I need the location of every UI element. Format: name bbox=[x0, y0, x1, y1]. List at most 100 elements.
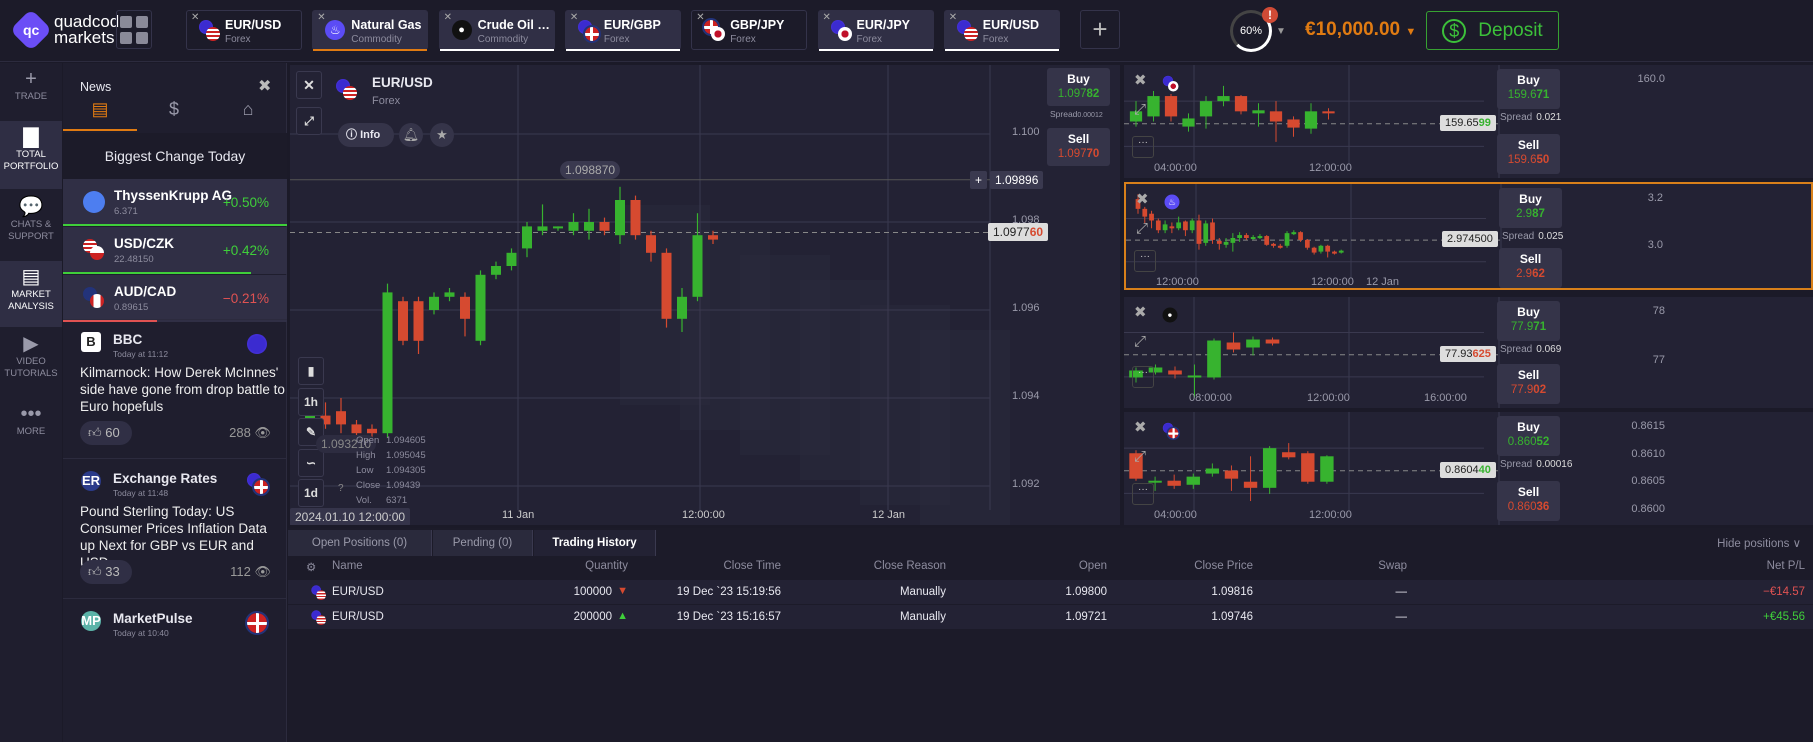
mini-chart[interactable]: ✖ ♨ ⤢ ··· 12:00:00 12:00:00 12 Jan 3.2 3.0 2.9745… bbox=[1124, 182, 1813, 290]
close-icon[interactable]: ✖ bbox=[1134, 418, 1147, 436]
mini-chart[interactable]: ✖ ⤢ ··· 04:00:00 12:00:00 160.0 159.6599 Buy 159… bbox=[1124, 65, 1813, 178]
deposit-label: Deposit bbox=[1478, 19, 1543, 41]
sell-button[interactable]: Sell 159.650 bbox=[1497, 134, 1560, 174]
instrument-tab[interactable]: ✕ EUR/GBP Forex bbox=[564, 10, 681, 51]
nav-label: SUPPORT bbox=[8, 231, 54, 242]
indicators-icon[interactable]: ∽ bbox=[298, 449, 324, 477]
mover-item[interactable]: AUD/CAD 0.89615 −0.21% bbox=[63, 275, 287, 322]
close-tab-icon[interactable]: ✕ bbox=[317, 12, 325, 23]
candle bbox=[1182, 113, 1195, 132]
more-button[interactable]: ··· bbox=[1132, 136, 1154, 158]
expand-icon[interactable]: ⤢ bbox=[1134, 333, 1146, 350]
column-header[interactable]: Close Time bbox=[723, 560, 781, 572]
news-headline[interactable]: Kilmarnock: How Derek McInnes' side have… bbox=[80, 364, 285, 415]
close-icon[interactable]: ✖ bbox=[258, 76, 271, 96]
news-item[interactable]: ER Exchange Rates Today at 11:48 Pound Ster… bbox=[63, 458, 287, 594]
sell-button[interactable]: Sell 77.902 bbox=[1497, 364, 1560, 404]
tab-trading-history[interactable]: Trading History bbox=[534, 530, 656, 556]
nav-more[interactable]: ••• MORE bbox=[0, 398, 62, 448]
expand-icon[interactable]: ⤢ bbox=[1134, 448, 1146, 465]
nav-video[interactable]: ▶ VIDEO TUTORIALS bbox=[0, 328, 62, 396]
expand-icon[interactable]: ⤢ bbox=[296, 107, 322, 135]
more-button[interactable]: ··· bbox=[1134, 250, 1156, 272]
sell-button[interactable]: Sell 2.962 bbox=[1499, 248, 1562, 288]
nav-label: ANALYSIS bbox=[8, 301, 54, 312]
interval-1h-button[interactable]: 1h bbox=[298, 388, 324, 416]
close-icon[interactable]: ✖ bbox=[1134, 303, 1147, 321]
tab-pending[interactable]: Pending (0) bbox=[433, 530, 533, 556]
nav-market[interactable]: ▤ MARKET ANALYSIS bbox=[0, 261, 62, 327]
instrument-tab[interactable]: ✕ ♨ Natural Gas Commodity bbox=[312, 10, 429, 51]
column-header[interactable]: Close Price bbox=[1194, 560, 1253, 572]
more-button[interactable]: ··· bbox=[1132, 366, 1154, 388]
column-header[interactable]: Quantity bbox=[585, 560, 628, 572]
layout-grid-button[interactable] bbox=[116, 10, 152, 49]
column-header[interactable]: Name bbox=[332, 560, 363, 572]
buy-button[interactable]: Buy 2.987 bbox=[1499, 188, 1562, 228]
mover-item[interactable]: ThyssenKrupp AG 6.371 +0.50% bbox=[63, 179, 287, 226]
hide-positions-button[interactable]: Hide positions ∨ bbox=[1717, 536, 1801, 550]
buy-button[interactable]: Buy 159.671 bbox=[1497, 69, 1560, 109]
chevron-down-icon[interactable]: ▼ bbox=[1276, 26, 1286, 37]
tab-dollar-icon[interactable]: $ bbox=[137, 99, 211, 131]
help-icon[interactable]: ? bbox=[338, 483, 344, 494]
like-button[interactable]: 👍︎ 60 bbox=[80, 421, 132, 445]
table-row[interactable]: EUR/USD 200000 19 Dec `23 15:16:57 Manually… bbox=[288, 605, 1813, 629]
gear-icon[interactable]: ⚙ bbox=[306, 560, 316, 574]
tab-bank-icon[interactable]: ⌂ bbox=[211, 99, 285, 131]
buy-button[interactable]: Buy 0.86052 bbox=[1497, 416, 1560, 456]
news-panel: News ✖ ▤ $ ⌂ Biggest Change Today Thysse… bbox=[63, 63, 287, 742]
ohlc-label: Close bbox=[356, 480, 381, 491]
instrument-tab[interactable]: ✕ EUR/JPY Forex bbox=[817, 10, 934, 51]
mover-item[interactable]: USD/CZK 22.48150 +0.42% bbox=[63, 227, 287, 274]
news-item[interactable]: B BBC Today at 11:12 Kilmarnock: How Derek … bbox=[63, 319, 287, 455]
nav-total[interactable]: ▇ TOTAL PORTFOLIO bbox=[0, 121, 62, 189]
bell-icon[interactable]: 🔔︎ bbox=[399, 123, 423, 147]
column-header[interactable]: Close Reason bbox=[874, 560, 946, 572]
sell-price: 1.097 bbox=[1057, 148, 1087, 160]
star-icon[interactable]: ★ bbox=[430, 123, 454, 147]
sell-button[interactable]: Sell 0.86036 bbox=[1497, 481, 1560, 521]
mini-chart[interactable]: ✖ ⤢ ··· 04:00:00 12:00:00 0.8615 0.8610 0.8605 0… bbox=[1124, 412, 1813, 525]
eur-gbp-flags bbox=[577, 20, 601, 43]
balance[interactable]: €10,000.00 ▼ bbox=[1305, 19, 1416, 41]
main-chart[interactable]: ✕ ⤢ EUR/USD Forex ⓘ Info 🔔︎ ★ ▮ 1h ✎ ∽ 1… bbox=[290, 65, 1120, 525]
chart-type-button[interactable]: ▮ bbox=[298, 357, 324, 385]
column-header[interactable]: Open bbox=[1079, 560, 1107, 572]
expand-icon[interactable]: ⤢ bbox=[1136, 220, 1148, 237]
instrument-tab[interactable]: ✕ EUR/USD Forex bbox=[943, 10, 1060, 51]
spread-label: Spread bbox=[1050, 109, 1078, 119]
table-row[interactable]: EUR/USD 100000 19 Dec `23 15:19:56 Manually… bbox=[288, 580, 1813, 604]
nav-trade[interactable]: + TRADE bbox=[0, 63, 62, 119]
tab-open-positions[interactable]: Open Positions (0) bbox=[288, 530, 432, 556]
news-item[interactable]: MP MarketPulse Today at 10:40 bbox=[63, 598, 287, 734]
instrument-tab[interactable]: ✕ EUR/USD Forex bbox=[186, 10, 302, 50]
tab-news-icon[interactable]: ▤ bbox=[63, 99, 137, 131]
close-icon[interactable]: ✖ bbox=[1134, 71, 1147, 89]
instrument-tab[interactable]: ✕ GBP/JPY Forex bbox=[691, 10, 808, 50]
like-button[interactable]: 👍︎ 33 bbox=[80, 560, 132, 584]
expand-icon[interactable]: ⤢ bbox=[1134, 101, 1146, 118]
buy-button[interactable]: Buy 1.09782 bbox=[1047, 68, 1110, 106]
close-chart-button[interactable]: ✕ bbox=[296, 71, 322, 99]
mini-chart[interactable]: ✖ ● ⤢ ··· 08:00:00 12:00:00 16:00:00 78 77 77.936… bbox=[1124, 297, 1813, 408]
info-button[interactable]: ⓘ Info bbox=[338, 123, 394, 147]
close-icon[interactable]: ✖ bbox=[1136, 190, 1149, 208]
add-tab-button[interactable]: + bbox=[1080, 10, 1120, 49]
sell-button[interactable]: Sell 1.09770 bbox=[1047, 128, 1110, 166]
eye-icon: 👁︎ bbox=[250, 425, 271, 440]
column-header[interactable]: Swap bbox=[1378, 560, 1407, 572]
instrument-tab[interactable]: ✕ ● Crude Oil Br... Commodity bbox=[438, 10, 555, 51]
logo[interactable]: qc quadcode markets bbox=[9, 8, 129, 52]
close-tab-icon[interactable]: ✕ bbox=[444, 12, 452, 23]
alert-icon[interactable]: ! bbox=[1262, 7, 1278, 23]
deposit-button[interactable]: $ Deposit bbox=[1426, 11, 1559, 50]
buy-button[interactable]: Buy 77.971 bbox=[1497, 301, 1560, 341]
interval-1d-button[interactable]: 1d bbox=[298, 479, 324, 507]
crosshair-add-button[interactable]: + bbox=[970, 171, 988, 189]
column-header[interactable]: Net P/L bbox=[1767, 560, 1805, 572]
sell-price-pips: 62 bbox=[1532, 268, 1545, 280]
candle bbox=[1230, 233, 1236, 252]
more-button[interactable]: ··· bbox=[1132, 483, 1154, 505]
nav-chats[interactable]: 💬 CHATS & SUPPORT bbox=[0, 191, 62, 259]
